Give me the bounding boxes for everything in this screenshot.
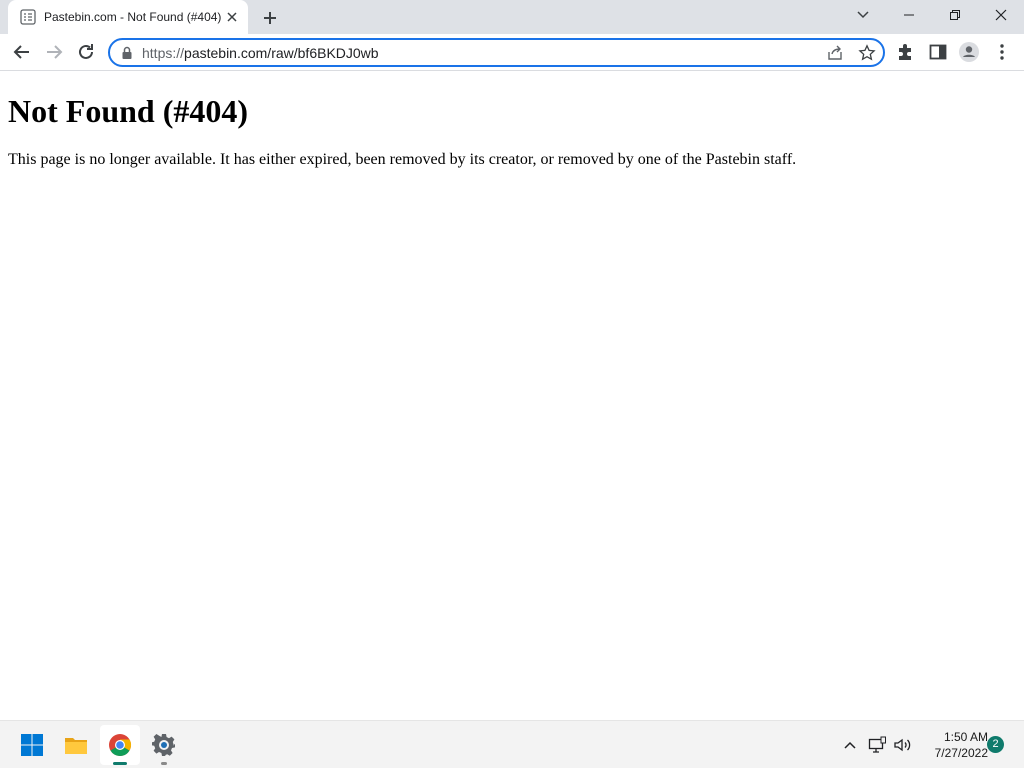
chrome-taskbar-button[interactable] — [100, 725, 140, 765]
bookmark-star-icon[interactable] — [858, 44, 876, 62]
close-tab-icon[interactable] — [224, 9, 240, 25]
notification-badge[interactable]: 2 — [987, 736, 1004, 753]
clock-time: 1:50 AM — [943, 730, 988, 744]
active-app-indicator — [113, 762, 127, 765]
address-bar[interactable]: https://pastebin.com/raw/bf6BKDJ0wb — [108, 38, 885, 67]
tab-search-chevron-icon[interactable] — [854, 6, 872, 24]
browser-toolbar: https://pastebin.com/raw/bf6BKDJ0wb — [0, 34, 1024, 90]
start-icon — [21, 734, 43, 756]
clock-date: 7/27/2022 — [934, 746, 988, 760]
lock-icon[interactable] — [121, 46, 133, 60]
tab-active[interactable]: Pastebin.com - Not Found (#404) — [8, 0, 248, 34]
close-window-button[interactable] — [978, 0, 1024, 30]
settings-taskbar-button[interactable] — [144, 725, 184, 765]
volume-icon[interactable] — [892, 735, 912, 755]
settings-icon — [152, 734, 175, 756]
profile-avatar-icon[interactable] — [958, 41, 980, 63]
system-clock[interactable]: 1:50 AM 7/27/2022 — [916, 729, 988, 761]
new-tab-icon[interactable] — [260, 8, 280, 28]
pastebin-favicon-icon — [20, 9, 36, 25]
error-message: This page is no longer available. It has… — [8, 151, 797, 168]
close-icon — [995, 9, 1007, 21]
url-scheme: https:// — [142, 45, 185, 61]
extensions-puzzle-icon[interactable] — [895, 41, 917, 63]
running-app-indicator — [161, 762, 167, 765]
reload-icon[interactable] — [74, 40, 98, 64]
page-content: Not Found (#404) This page is no longer … — [0, 72, 1024, 720]
browser-title-bar: Pastebin.com - Not Found (#404) — [0, 0, 1024, 34]
minimize-icon — [904, 14, 914, 16]
network-icon[interactable] — [867, 735, 887, 755]
share-icon[interactable] — [826, 44, 844, 62]
url-path: pastebin.com/raw/bf6BKDJ0wb — [184, 45, 379, 61]
start-button[interactable] — [12, 725, 52, 765]
tab-title: Pastebin.com - Not Found (#404) — [44, 10, 222, 24]
forward-arrow-icon[interactable] — [42, 40, 66, 64]
minimize-button[interactable] — [886, 0, 932, 30]
back-arrow-icon[interactable] — [10, 40, 34, 64]
file-explorer-icon — [65, 738, 87, 754]
menu-kebab-icon[interactable] — [991, 41, 1013, 63]
url-text[interactable]: https://pastebin.com/raw/bf6BKDJ0wb — [142, 45, 379, 61]
restore-button[interactable] — [932, 0, 978, 30]
chrome-icon — [109, 734, 131, 756]
file-explorer-button[interactable] — [56, 725, 96, 765]
page-title: Not Found (#404) — [8, 93, 249, 129]
chevron-up-icon[interactable] — [840, 735, 860, 755]
restore-icon — [950, 10, 960, 20]
windows-taskbar: 1:50 AM 7/27/2022 2 — [0, 720, 1024, 768]
side-panel-icon[interactable] — [927, 41, 949, 63]
